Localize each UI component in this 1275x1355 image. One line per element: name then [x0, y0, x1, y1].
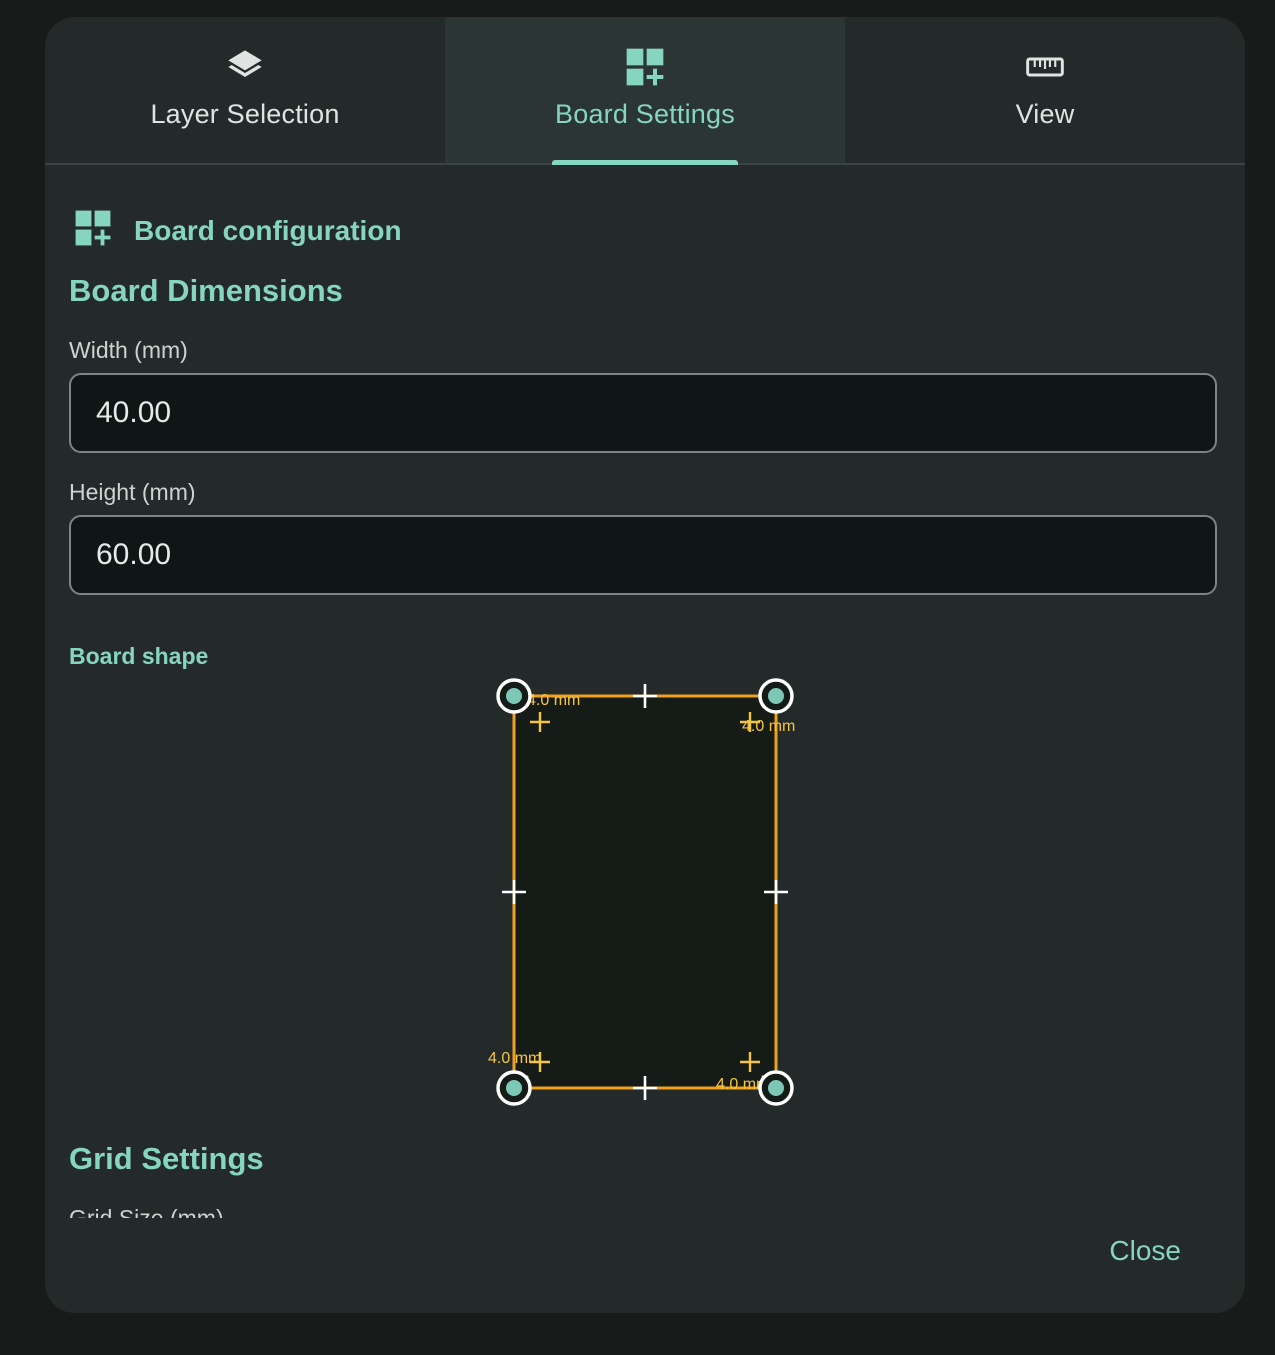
edge-handle-bottom[interactable]: [633, 1076, 657, 1100]
board-settings-dialog: Layer Selection Board Settings View Boar…: [45, 17, 1245, 1313]
tab-view[interactable]: View: [845, 17, 1245, 163]
board-outline: [512, 694, 778, 1090]
edge-handle-left[interactable]: [502, 880, 526, 904]
board-dimensions-heading: Board Dimensions: [69, 273, 343, 308]
width-label: Width (mm): [69, 337, 188, 363]
tab-label: Board Settings: [555, 99, 735, 129]
dashboard-add-icon: [625, 47, 665, 87]
height-label: Height (mm): [69, 479, 196, 505]
grid-settings-heading: Grid Settings: [69, 1141, 264, 1176]
edge-handle-right[interactable]: [764, 880, 788, 904]
edge-handle-top[interactable]: [633, 684, 657, 708]
tab-board-settings[interactable]: Board Settings: [445, 17, 845, 165]
board-settings-panel[interactable]: Board configuration Board Dimensions Wid…: [45, 165, 1245, 1218]
dashboard-add-icon: [74, 209, 112, 252]
tab-bar: Layer Selection Board Settings View: [45, 17, 1245, 165]
board-shape-label: Board shape: [69, 643, 209, 669]
corner-handle-bottom-right[interactable]: [758, 1070, 794, 1106]
corner-handle-top-right[interactable]: [758, 678, 794, 714]
corner-radius-label-top-left: 4.0 mm: [527, 692, 580, 709]
corner-handle-bottom-left[interactable]: [496, 1070, 532, 1106]
height-input[interactable]: [69, 515, 1217, 595]
layers-icon: [225, 47, 265, 87]
tab-label: View: [1015, 99, 1075, 129]
corner-handle-top-left[interactable]: [496, 678, 532, 714]
ruler-icon: [1025, 47, 1065, 87]
board-shape-editor: 4.0 mm 4.0 mm 4.0 mm 4.0 mm: [488, 678, 795, 1106]
width-input[interactable]: [69, 373, 1217, 453]
section-title: Board configuration: [134, 214, 402, 246]
section-header: Board configuration: [74, 209, 402, 252]
tab-label: Layer Selection: [150, 99, 340, 129]
corner-radius-label-bottom-left: 4.0 mm: [488, 1050, 541, 1067]
grid-size-label: Grid Size (mm): [69, 1205, 224, 1218]
close-button[interactable]: Close: [1109, 1235, 1181, 1267]
tab-layer-selection[interactable]: Layer Selection: [45, 17, 445, 163]
